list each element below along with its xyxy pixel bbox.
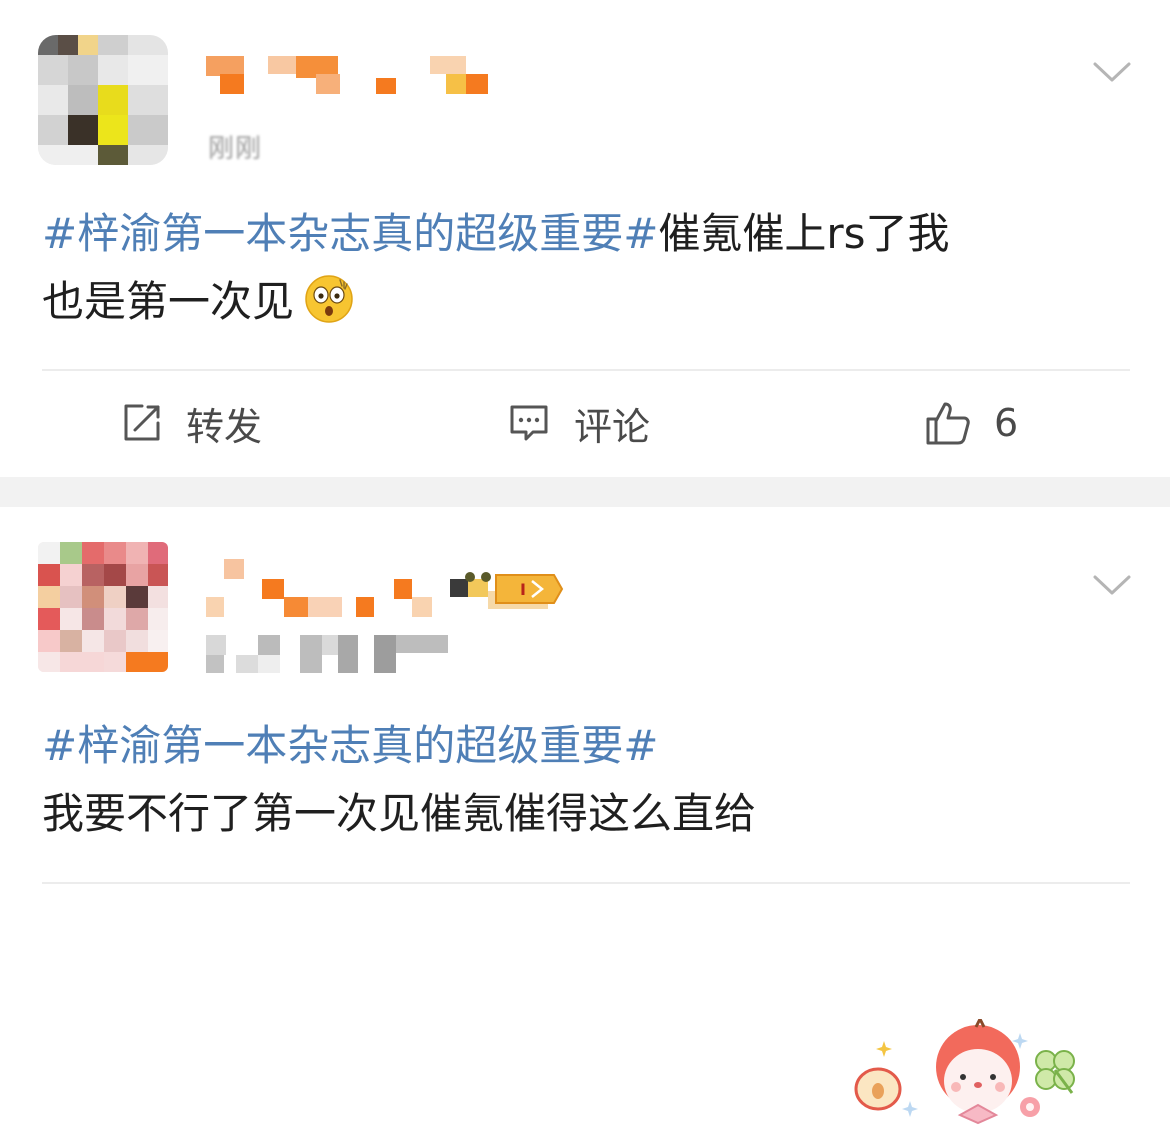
apple-bunny-sticker: [848, 1015, 1088, 1129]
post-separator: [0, 477, 1170, 507]
post-content: #梓渝第一本杂志真的超级重要#催氪催上rs了我 也是第一次见: [42, 200, 1132, 344]
post-content-line-1: #梓渝第一本杂志真的超级重要#催氪催上rs了我: [42, 200, 1132, 268]
action-bar-divider: [42, 882, 1130, 884]
post-content: #梓渝第一本杂志真的超级重要# 我要不行了第一次见催氪催得这么直给: [42, 712, 1132, 848]
post-text: 催氪催上rs了我: [658, 209, 950, 258]
svg-text:I: I: [520, 580, 526, 599]
hashtag-link[interactable]: #梓渝第一本杂志真的超级重要#: [42, 721, 658, 770]
chevron-down-icon[interactable]: [1092, 56, 1132, 86]
username-blurred[interactable]: [206, 56, 496, 96]
post-content-line-2: 我要不行了第一次见催氪催得这么直给: [42, 780, 1132, 848]
weibo-post: 刚刚 #梓渝第一本杂志真的超级重要#催氪催上rs了我 也是第一次见 转发 评论 …: [0, 0, 1170, 477]
comment-label: 评论: [574, 404, 651, 449]
post-content-line-2: 也是第一次见: [42, 268, 1132, 344]
astonished-face-emoji: [304, 274, 354, 344]
repost-icon: [120, 401, 164, 445]
vip-badge-icon[interactable]: I: [446, 565, 568, 615]
timestamp-blurred: [206, 635, 456, 675]
post-content-line-1: #梓渝第一本杂志真的超级重要#: [42, 712, 1132, 780]
like-button[interactable]: 6: [924, 396, 1018, 450]
like-count: 6: [994, 401, 1019, 445]
hashtag-link[interactable]: #梓渝第一本杂志真的超级重要#: [42, 209, 658, 258]
chevron-down-icon[interactable]: [1092, 569, 1132, 599]
repost-button[interactable]: 转发: [120, 396, 262, 450]
avatar[interactable]: [38, 35, 168, 165]
post-text: 我要不行了第一次见催氪催得这么直给: [42, 789, 757, 838]
comment-icon: [506, 401, 552, 445]
post-timestamp: 刚刚: [208, 134, 263, 164]
thumbs-up-icon: [924, 399, 972, 447]
post-text-continued: 也是第一次见: [42, 277, 295, 326]
action-bar-divider: [42, 369, 1130, 371]
weibo-post: I #梓渝第一本杂志真的超级重要# 我要不行了第一次见催氪催得这么直给: [0, 507, 1170, 1125]
repost-label: 转发: [186, 404, 263, 449]
avatar[interactable]: [38, 542, 168, 672]
comment-button[interactable]: 评论: [506, 396, 650, 450]
